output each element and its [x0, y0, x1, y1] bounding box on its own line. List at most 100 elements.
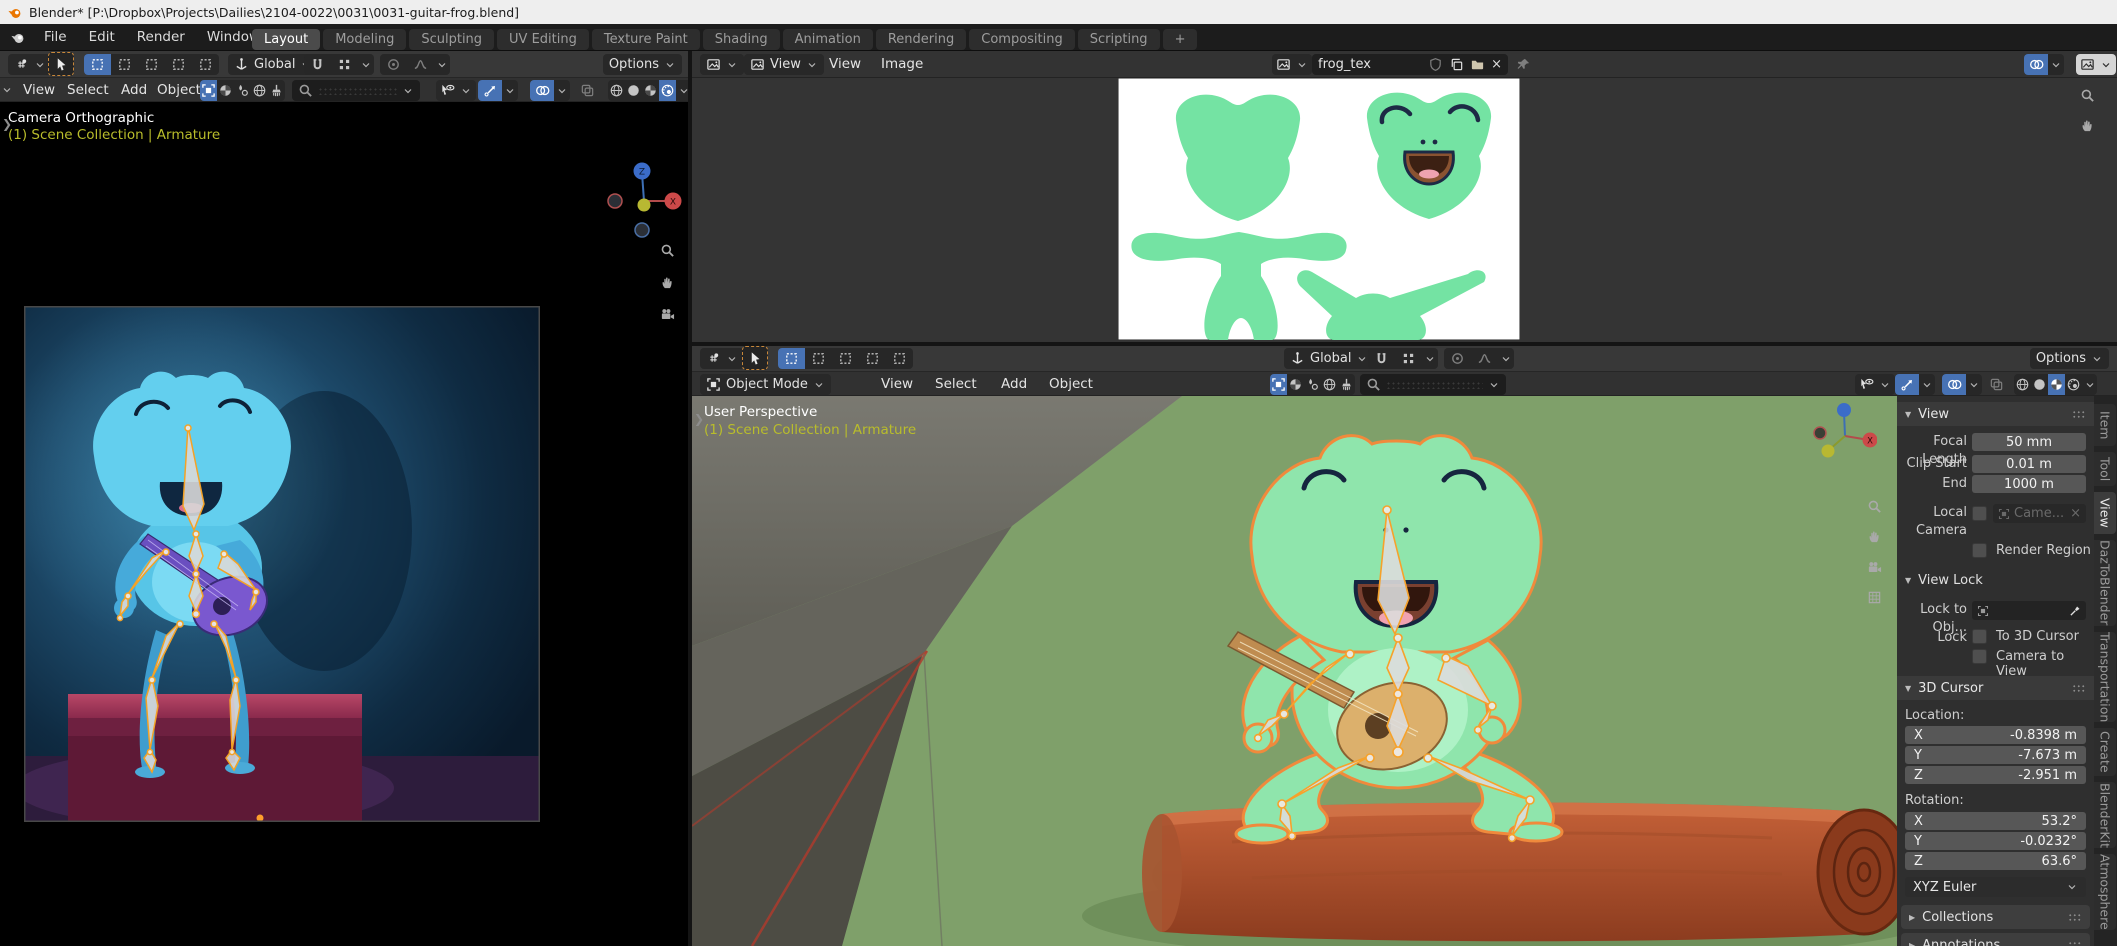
display-channels-dropdown[interactable]	[2076, 54, 2116, 75]
unlink-image-icon[interactable]: ×	[1491, 57, 1502, 72]
select-menu[interactable]: Select	[926, 372, 986, 396]
view-menu[interactable]: View	[872, 372, 922, 396]
object-menu[interactable]: Object	[1040, 372, 1102, 396]
blenderkit-hdr-icon[interactable]	[1321, 374, 1338, 395]
annotations-panel-header[interactable]: ▶ Annotations	[1901, 933, 2090, 946]
blenderkit-brush-icon[interactable]	[1304, 374, 1321, 395]
gizmo-icon[interactable]	[1895, 374, 1919, 395]
toolbar-expand-icon[interactable]: ❯	[2, 117, 12, 131]
select-extend-icon[interactable]	[805, 348, 832, 369]
fake-user-shield-icon[interactable]	[1428, 57, 1443, 72]
blenderkit-clean-icon[interactable]	[268, 80, 285, 101]
blenderkit-search-input[interactable]	[292, 80, 420, 101]
gizmo-x-neg-axis[interactable]	[1814, 427, 1826, 439]
sidebar-tab-tool[interactable]: Tool	[2094, 452, 2116, 486]
sidebar-tab-transportation[interactable]: Transportation	[2094, 632, 2116, 722]
editor-type-button[interactable]	[8, 54, 52, 75]
view-lock-subpanel-header[interactable]: ▼ View Lock	[1905, 573, 1983, 588]
object-type-visibility-dropdown[interactable]	[1855, 374, 1895, 395]
camera-view-render[interactable]	[24, 306, 540, 822]
cursor-location-z-field[interactable]: Z-2.951 m	[1905, 766, 2086, 784]
workspace-tab-sculpting[interactable]: Sculpting	[409, 29, 494, 50]
proportional-dropdown-icon[interactable]	[434, 54, 450, 75]
focal-length-field[interactable]: 50 mm	[1972, 433, 2086, 451]
navigation-gizmo[interactable]: X	[1813, 400, 1877, 464]
editor-type-button[interactable]	[700, 348, 744, 369]
image-mode-dropdown[interactable]: View	[744, 54, 824, 75]
xray-toggle-icon[interactable]	[580, 83, 595, 98]
object-type-visibility-dropdown[interactable]	[436, 80, 476, 101]
sidebar-tab-create[interactable]: Create	[2094, 728, 2116, 776]
select-subtract-icon[interactable]	[138, 54, 165, 75]
active-tool-select-icon[interactable]	[742, 346, 768, 370]
navigation-gizmo[interactable]: Z X	[604, 159, 684, 239]
proportional-dropdown-icon[interactable]	[1498, 348, 1514, 369]
cursor-panel-header[interactable]: ▼ 3D Cursor	[1897, 676, 2094, 700]
blenderkit-search-input[interactable]	[1360, 374, 1506, 395]
gizmo-z-neg-axis[interactable]	[635, 223, 649, 237]
gizmo-y-axis[interactable]	[1822, 445, 1835, 458]
select-extend-icon[interactable]	[111, 54, 138, 75]
workspace-tab-shading[interactable]: Shading	[703, 29, 780, 50]
panel-grip[interactable]	[2072, 410, 2086, 419]
gizmo-icon[interactable]	[478, 80, 502, 101]
select-set-icon[interactable]	[84, 54, 111, 75]
blenderkit-hdr-icon[interactable]	[251, 80, 268, 101]
sidebar-tab-item[interactable]: Item	[2094, 404, 2116, 446]
frog-texture-canvas[interactable]	[1118, 78, 1520, 340]
pan-hand-icon[interactable]	[656, 271, 678, 293]
panel-grip[interactable]	[2068, 913, 2082, 922]
shading-dropdown-icon[interactable]	[2082, 374, 2097, 395]
select-subtract-icon[interactable]	[832, 348, 859, 369]
snap-magnet-icon[interactable]	[1368, 348, 1395, 369]
eyedropper-icon[interactable]	[2069, 605, 2081, 617]
sidebar-tab-daztoblender[interactable]: DazToBlender	[2094, 540, 2116, 626]
proportional-falloff-icon[interactable]	[407, 54, 434, 75]
panel-grip[interactable]	[2068, 941, 2082, 946]
blenderkit-model-icon[interactable]	[1270, 374, 1287, 395]
workspace-tab-uv-editing[interactable]: UV Editing	[497, 29, 589, 50]
workspace-tab-modeling[interactable]: Modeling	[323, 29, 406, 50]
overlays-icon[interactable]	[2024, 54, 2048, 75]
view-panel-header[interactable]: ▼ View	[1897, 402, 2094, 426]
local-camera-checkbox[interactable]	[1972, 506, 1987, 521]
select-invert-icon[interactable]	[859, 348, 886, 369]
shading-solid-icon[interactable]	[625, 80, 642, 101]
sidebar-tab-blenderkit[interactable]: BlenderKit	[2094, 782, 2116, 848]
editor-type-button[interactable]	[700, 54, 744, 75]
gizmo-x-neg-axis[interactable]	[608, 194, 622, 208]
workspace-tab-layout[interactable]: Layout	[252, 29, 320, 50]
toolbar-expand-icon[interactable]: ❯	[694, 412, 704, 426]
snap-with-icon[interactable]	[331, 54, 358, 75]
snap-magnet-icon[interactable]	[304, 54, 331, 75]
sidebar-tab-atmosphere[interactable]: Atmosphere	[2094, 854, 2116, 930]
shading-rendered-icon[interactable]	[2065, 374, 2082, 395]
clip-start-field[interactable]: 0.01 m	[1972, 455, 2086, 473]
render-region-checkbox[interactable]	[1972, 543, 1987, 558]
camera-to-view-checkbox[interactable]	[1972, 649, 1987, 664]
cursor-location-y-field[interactable]: Y-7.673 m	[1905, 746, 2086, 764]
image-menu[interactable]: Image	[872, 52, 932, 76]
sidebar-tab-view[interactable]: View	[2094, 492, 2116, 534]
snap-dropdown-icon[interactable]	[1422, 348, 1438, 369]
image-datablock-field[interactable]: frog_tex ×	[1312, 54, 1508, 75]
snap-dropdown-icon[interactable]	[358, 54, 374, 75]
workspace-tab-texture-paint[interactable]: Texture Paint	[592, 29, 700, 50]
overlays-icon[interactable]	[530, 80, 554, 101]
shading-rendered-icon[interactable]	[659, 80, 676, 101]
mode-dropdown-collapsed-icon[interactable]	[1, 84, 13, 96]
blenderkit-material-icon[interactable]	[1287, 374, 1304, 395]
proportional-edit-icon[interactable]	[1444, 348, 1471, 369]
blenderkit-material-icon[interactable]	[217, 80, 234, 101]
overlays-icon[interactable]	[1942, 374, 1966, 395]
select-invert-icon[interactable]	[165, 54, 192, 75]
clear-camera-icon[interactable]: ×	[2070, 506, 2081, 521]
blenderkit-brush-icon[interactable]	[234, 80, 251, 101]
menu-render[interactable]: Render	[126, 24, 196, 50]
cursor-location-x-field[interactable]: X-0.8398 m	[1905, 726, 2086, 744]
select-set-icon[interactable]	[778, 348, 805, 369]
add-workspace-button[interactable]: +	[1163, 29, 1198, 50]
view-menu[interactable]: View	[820, 52, 870, 76]
zoom-icon[interactable]	[656, 239, 678, 261]
shading-solid-icon[interactable]	[2031, 374, 2048, 395]
